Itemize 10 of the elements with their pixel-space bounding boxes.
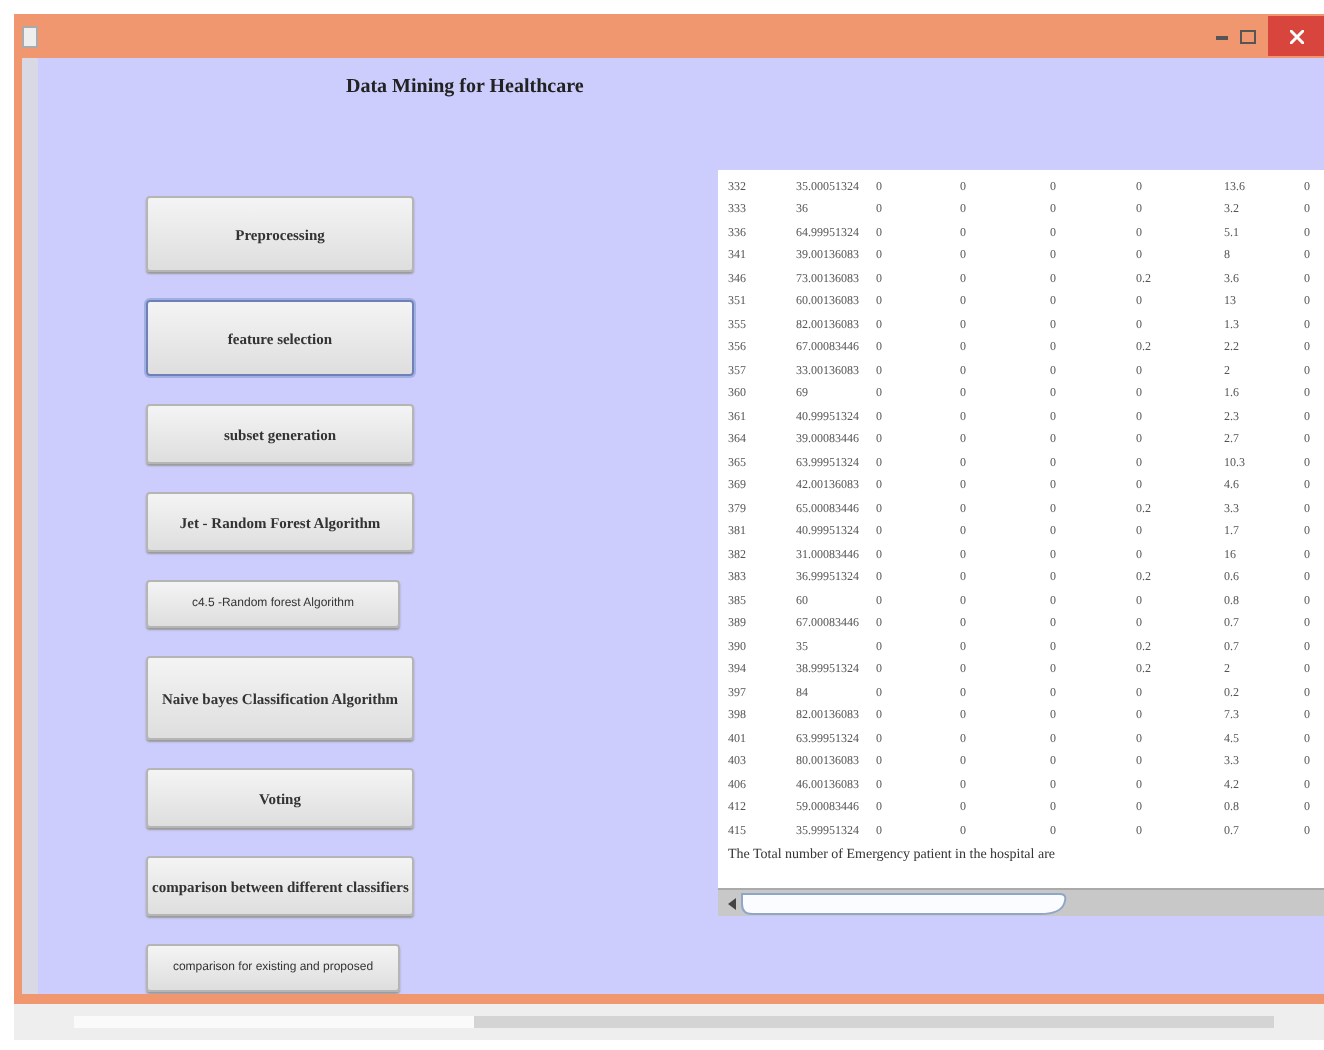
scroll-left-icon[interactable] bbox=[724, 895, 740, 911]
scroll-thumb[interactable] bbox=[740, 891, 1070, 915]
maximize-icon[interactable] bbox=[1240, 29, 1256, 43]
close-icon[interactable] bbox=[1289, 29, 1303, 43]
close-button[interactable] bbox=[1268, 16, 1324, 56]
app-icon bbox=[22, 25, 38, 47]
horizontal-scrollbar[interactable] bbox=[74, 1014, 1274, 1030]
window-title: Data Mining for Healthcare bbox=[344, 74, 586, 102]
minimize-icon[interactable] bbox=[1216, 33, 1228, 39]
horizontal-scrollbar[interactable] bbox=[718, 888, 1324, 916]
